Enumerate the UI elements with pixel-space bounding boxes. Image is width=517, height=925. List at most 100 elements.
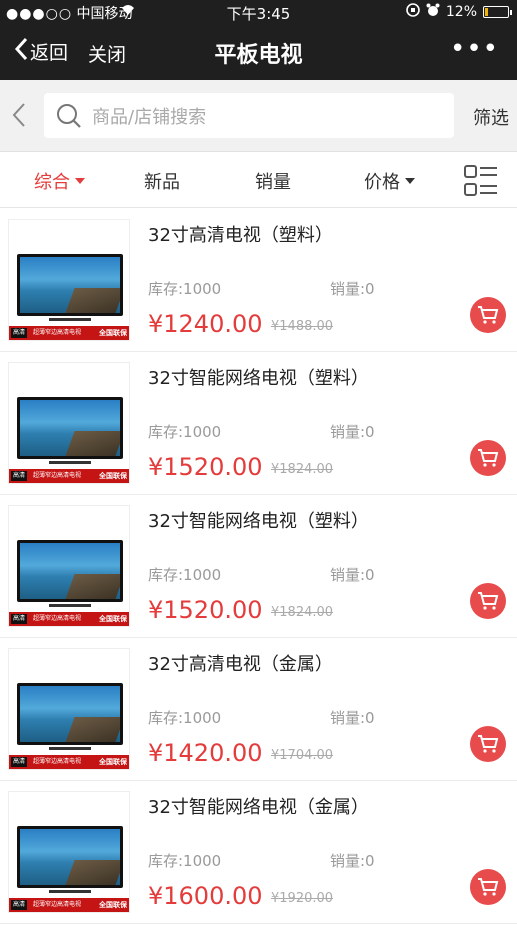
sort-tab-new[interactable]: 新品 — [144, 168, 180, 194]
banner-middle: 超薄窄边高清电视 — [33, 329, 82, 336]
back-label: 返回 — [30, 42, 69, 64]
banner-right: 全国联保 — [99, 329, 127, 337]
add-to-cart-button[interactable] — [470, 726, 506, 762]
tv-stand — [49, 318, 91, 321]
sort-tab-sales[interactable]: 销量 — [255, 168, 291, 194]
product-sales: 销量:0 — [330, 852, 375, 870]
cart-icon — [478, 306, 499, 324]
product-price: ¥1240.00 — [148, 310, 263, 338]
product-stock: 库存:1000 — [148, 709, 222, 727]
product-image: 高清 超薄窄边高清电视 全国联保 — [8, 791, 130, 913]
product-item[interactable]: 高清 超薄窄边高清电视 全国联保 32寸智能网络电视（塑料） 库存:1000 销… — [0, 352, 517, 495]
banner-left: 高清 — [11, 328, 28, 338]
status-right: 12% — [406, 3, 512, 21]
product-sales: 销量:0 — [330, 566, 375, 584]
banner-middle: 超薄窄边高清电视 — [33, 615, 82, 622]
cart-icon — [478, 878, 499, 896]
product-image: 高清 超薄窄边高清电视 全国联保 — [8, 362, 130, 484]
product-sales: 销量:0 — [330, 423, 375, 441]
banner-right: 全国联保 — [99, 472, 127, 480]
sort-tab-label: 销量 — [255, 172, 291, 193]
cart-icon — [478, 592, 499, 610]
back-button[interactable]: 返回 — [14, 37, 68, 66]
image-banner: 高清 超薄窄边高清电视 全国联保 — [9, 898, 129, 912]
more-menu-button[interactable]: ••• — [450, 34, 499, 64]
product-name: 32寸智能网络电视（塑料） — [148, 368, 369, 389]
product-stock: 库存:1000 — [148, 280, 222, 298]
image-banner: 高清 超薄窄边高清电视 全国联保 — [9, 326, 129, 340]
product-item[interactable]: 高清 超薄窄边高清电视 全国联保 32寸智能网络电视（塑料） 库存:1000 销… — [0, 495, 517, 638]
banner-middle: 超薄窄边高清电视 — [33, 758, 82, 765]
cart-icon — [478, 735, 499, 753]
search-icon — [57, 103, 81, 128]
product-price: ¥1520.00 — [148, 596, 263, 624]
battery-fill — [485, 8, 488, 16]
battery-percent: 12% — [445, 4, 477, 20]
search-bar: 商品/店铺搜索 筛选 — [0, 80, 517, 152]
tv-stand — [49, 890, 91, 893]
product-sales: 销量:0 — [330, 709, 375, 727]
battery-icon — [483, 6, 512, 18]
caret-down-icon — [75, 178, 85, 184]
product-list: 高清 超薄窄边高清电视 全国联保 32寸高清电视（塑料） 库存:1000 销量:… — [0, 209, 517, 924]
caret-down-icon — [405, 178, 415, 184]
product-image: 高清 超薄窄边高清电视 全国联保 — [8, 219, 130, 341]
search-back-button[interactable] — [12, 102, 26, 133]
product-image: 高清 超薄窄边高清电视 全国联保 — [8, 648, 130, 770]
sort-tab-label: 综合 — [34, 172, 70, 193]
product-name: 32寸高清电视（塑料） — [148, 225, 333, 246]
tv-stand — [49, 747, 91, 750]
product-item[interactable]: 高清 超薄窄边高清电视 全国联保 32寸高清电视（金属） 库存:1000 销量:… — [0, 638, 517, 781]
cart-icon — [478, 449, 499, 467]
product-stock: 库存:1000 — [148, 852, 222, 870]
product-image: 高清 超薄窄边高清电视 全国联保 — [8, 505, 130, 627]
banner-middle: 超薄窄边高清电视 — [33, 472, 82, 479]
add-to-cart-button[interactable] — [470, 869, 506, 905]
add-to-cart-button[interactable] — [470, 440, 506, 476]
tv-picture — [17, 397, 123, 459]
product-name: 32寸智能网络电视（塑料） — [148, 511, 369, 532]
alarm-icon — [426, 3, 440, 21]
tv-picture — [17, 683, 123, 745]
sort-tab-price[interactable]: 价格 — [364, 168, 415, 194]
banner-middle: 超薄窄边高清电视 — [33, 901, 82, 908]
product-price: ¥1520.00 — [148, 453, 263, 481]
banner-left: 高清 — [11, 900, 28, 910]
tv-picture — [17, 826, 123, 888]
rotation-lock-icon — [406, 3, 420, 21]
tv-picture — [17, 540, 123, 602]
banner-right: 全国联保 — [99, 615, 127, 623]
banner-left: 高清 — [11, 471, 28, 481]
add-to-cart-button[interactable] — [470, 583, 506, 619]
product-stock: 库存:1000 — [148, 566, 222, 584]
product-stock: 库存:1000 — [148, 423, 222, 441]
product-item[interactable]: 高清 超薄窄边高清电视 全国联保 32寸智能网络电视（金属） 库存:1000 销… — [0, 781, 517, 924]
chevron-left-icon — [14, 37, 28, 66]
close-button[interactable]: 关闭 — [88, 40, 126, 67]
tv-picture — [17, 254, 123, 316]
add-to-cart-button[interactable] — [470, 297, 506, 333]
product-price: ¥1600.00 — [148, 882, 263, 910]
image-banner: 高清 超薄窄边高清电视 全国联保 — [9, 469, 129, 483]
product-sales: 销量:0 — [330, 280, 375, 298]
product-item[interactable]: 高清 超薄窄边高清电视 全国联保 32寸高清电视（塑料） 库存:1000 销量:… — [0, 209, 517, 352]
product-price: ¥1420.00 — [148, 739, 263, 767]
chevron-left-icon — [12, 103, 25, 127]
product-name: 32寸高清电视（金属） — [148, 654, 333, 675]
sort-tab-comprehensive[interactable]: 综合 — [34, 168, 85, 194]
nav-bar: 返回 关闭 平板电视 ••• — [0, 26, 517, 80]
sort-tab-label: 价格 — [364, 172, 400, 193]
top-bar: ●●●○○ 中国移动 下午3:45 12% 返回 关闭 平板电视 ••• — [0, 0, 517, 80]
tv-stand — [49, 604, 91, 607]
list-view-toggle[interactable] — [463, 163, 499, 199]
search-input[interactable]: 商品/店铺搜索 — [44, 93, 454, 138]
product-original-price: ¥1488.00 — [271, 319, 334, 334]
sort-bar: 综合 新品 销量 价格 — [0, 152, 517, 208]
product-original-price: ¥1824.00 — [271, 605, 334, 620]
filter-button[interactable]: 筛选 — [473, 104, 509, 130]
product-original-price: ¥1704.00 — [271, 748, 334, 763]
product-name: 32寸智能网络电视（金属） — [148, 797, 369, 818]
banner-left: 高清 — [11, 757, 28, 767]
product-original-price: ¥1824.00 — [271, 462, 334, 477]
banner-right: 全国联保 — [99, 758, 127, 766]
